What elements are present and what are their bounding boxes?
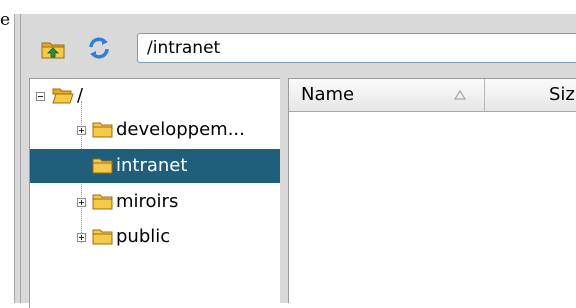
toolbar: /intranet: [24, 30, 576, 66]
tree-item-label: intranet: [116, 155, 188, 176]
tree-item-miroirs[interactable]: miroirs: [30, 185, 280, 219]
column-header-name[interactable]: Name: [289, 79, 485, 111]
column-header-label: Name: [301, 84, 355, 105]
tree-item-public[interactable]: public: [30, 220, 280, 254]
column-header-size[interactable]: Siz: [485, 79, 576, 111]
sort-ascending-icon: [454, 90, 466, 100]
folder-icon: [92, 122, 113, 138]
pane-splitter[interactable]: [280, 78, 288, 303]
tree-item-intranet[interactable]: intranet: [30, 149, 280, 183]
tree-item-label: /: [77, 85, 84, 106]
tree-item-developpement[interactable]: developpem...: [30, 113, 280, 147]
file-list[interactable]: Name Siz: [288, 78, 576, 303]
folder-icon: [92, 158, 113, 174]
folder-up-icon: [41, 42, 65, 59]
refresh-icon: [89, 37, 109, 59]
folder-icon: [92, 194, 113, 210]
file-list-header: Name Siz: [289, 79, 576, 112]
expand-toggle[interactable]: [77, 233, 86, 242]
collapse-toggle[interactable]: [36, 92, 45, 101]
folder-icon: [92, 229, 113, 245]
tree-item-label: developpem...: [116, 119, 245, 140]
expand-toggle[interactable]: [77, 126, 86, 135]
tree-item-label: public: [116, 226, 171, 247]
folder-open-icon: [52, 88, 74, 104]
expand-toggle[interactable]: [77, 198, 86, 207]
folder-tree[interactable]: / developpem... intranet miroirs public: [29, 78, 280, 308]
refresh-button[interactable]: [85, 34, 113, 62]
window-border-line: [20, 14, 21, 303]
column-header-label: Siz: [549, 84, 575, 105]
parent-folder-button[interactable]: [39, 34, 67, 62]
tree-item-root[interactable]: /: [30, 79, 280, 113]
tree-item-label: miroirs: [116, 191, 179, 212]
path-input[interactable]: /intranet: [137, 33, 576, 63]
clipped-text-fragment: e: [0, 10, 11, 30]
